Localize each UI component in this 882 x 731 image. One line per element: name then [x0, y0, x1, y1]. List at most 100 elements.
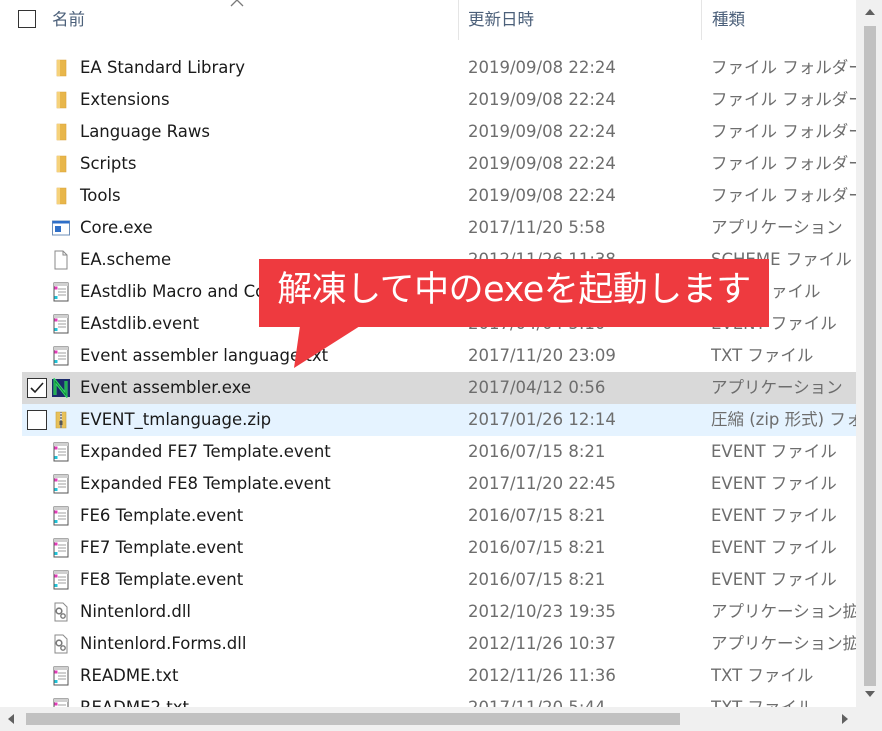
event-assembler-app-icon [51, 376, 71, 400]
file-row[interactable]: Expanded FE8 Template.event 2017/11/20 22… [22, 468, 856, 500]
folder-icon [51, 90, 71, 110]
file-name[interactable]: Expanded FE7 Template.event [80, 436, 331, 468]
file-modified-date: 2012/11/26 11:36 [468, 666, 616, 685]
dll-gear-icon [51, 602, 71, 622]
file-type: EVENT ファイル [711, 506, 837, 525]
row-checkbox[interactable] [27, 378, 47, 398]
file-type: アプリケーション拡張 [711, 634, 856, 653]
file-type: アプリケーション [711, 378, 843, 397]
file-type: ファイル フォルダー [711, 154, 856, 173]
file-row[interactable]: Tools 2019/09/08 22:24 ファイル フォルダー [22, 180, 856, 212]
file-name[interactable]: Event assembler.exe [80, 372, 251, 404]
blank-file-icon [51, 250, 71, 270]
column-header-date[interactable]: 更新日時 [468, 0, 534, 40]
file-row[interactable]: Nintenlord.dll 2012/10/23 19:35 アプリケーション拡張 [22, 596, 856, 628]
file-row[interactable]: FE6 Template.event 2016/07/15 8:21 EVENT フ… [22, 500, 856, 532]
file-row[interactable]: FE8 Template.event 2016/07/15 8:21 EVENT フ… [22, 564, 856, 596]
file-modified-date: 2017/11/20 5:58 [468, 218, 606, 237]
file-modified-date: 2019/09/08 22:24 [468, 58, 616, 77]
text-file-icon [51, 506, 71, 526]
file-modified-date: 2017/04/12 0:56 [468, 378, 606, 397]
file-row[interactable]: FE7 Template.event 2016/07/15 8:21 EVENT フ… [22, 532, 856, 564]
file-type: EVENT ファイル [711, 474, 837, 493]
file-name[interactable]: README.txt [80, 660, 179, 692]
file-modified-date: 2017/01/26 12:14 [468, 410, 616, 429]
file-row[interactable]: README.txt 2012/11/26 11:36 TXT ファイル [22, 660, 856, 692]
application-icon [51, 218, 71, 238]
file-name[interactable]: Tools [80, 180, 121, 212]
folder-icon [51, 154, 71, 174]
file-modified-date: 2016/07/15 8:21 [468, 506, 606, 525]
file-row[interactable]: Event assembler.exe 2017/04/12 0:56 アプリケーシ… [22, 372, 856, 404]
file-name[interactable]: EA Standard Library [80, 52, 245, 84]
column-header: 名前 更新日時 種類 [0, 0, 856, 40]
folder-icon [51, 186, 71, 206]
checkmark-icon [30, 382, 44, 394]
scroll-right-icon[interactable] [840, 713, 850, 725]
file-name[interactable]: Language Raws [80, 116, 210, 148]
file-row[interactable]: EA Standard Library 2019/09/08 22:24 ファイル … [22, 52, 856, 84]
row-checkbox[interactable] [27, 410, 47, 430]
folder-icon [51, 122, 71, 142]
file-row[interactable]: Extensions 2019/09/08 22:24 ファイル フォルダー [22, 84, 856, 116]
file-row[interactable]: Nintenlord.Forms.dll 2012/11/26 10:37 アプリケ… [22, 628, 856, 660]
file-modified-date: 2019/09/08 22:24 [468, 154, 616, 173]
text-file-icon [51, 282, 71, 302]
column-header-name[interactable]: 名前 [52, 0, 85, 40]
file-row[interactable]: Scripts 2019/09/08 22:24 ファイル フォルダー [22, 148, 856, 180]
file-type: アプリケーション [711, 218, 843, 237]
file-modified-date: 2019/09/08 22:24 [468, 186, 616, 205]
text-file-icon [51, 442, 71, 462]
file-row[interactable]: EVENT_tmlanguage.zip 2017/01/26 12:14 圧縮 (… [22, 404, 856, 436]
file-name[interactable]: FE6 Template.event [80, 500, 243, 532]
file-name[interactable]: Scripts [80, 148, 136, 180]
callout-text: 解凍して中のexeを起動します [277, 270, 751, 310]
file-name[interactable]: Event assembler language.txt [80, 340, 328, 372]
text-file-icon [51, 666, 71, 686]
file-name[interactable]: FE8 Template.event [80, 564, 243, 596]
sort-ascending-icon[interactable] [230, 0, 244, 8]
file-name[interactable]: Core.exe [80, 212, 153, 244]
column-divider[interactable] [701, 0, 702, 40]
vertical-scrollbar-thumb[interactable] [864, 26, 876, 686]
scrollbar-corner [856, 707, 882, 731]
file-modified-date: 2017/11/20 22:45 [468, 474, 616, 493]
file-type: TXT ファイル [711, 346, 814, 365]
file-modified-date: 2019/09/08 22:24 [468, 90, 616, 109]
horizontal-scrollbar-thumb[interactable] [26, 713, 680, 725]
select-all-checkbox[interactable] [18, 10, 36, 28]
text-file-icon [51, 474, 71, 494]
file-name[interactable]: EAstdlib Macro and Co [80, 276, 265, 308]
file-type: ファイル フォルダー [711, 90, 856, 109]
file-row[interactable]: Event assembler language.txt 2017/11/20 2… [22, 340, 856, 372]
zip-folder-icon [51, 410, 71, 430]
file-type: ファイル フォルダー [711, 186, 856, 205]
scroll-up-icon[interactable] [864, 7, 876, 17]
file-name[interactable]: Expanded FE8 Template.event [80, 468, 331, 500]
file-name[interactable]: EVENT_tmlanguage.zip [80, 404, 271, 436]
column-divider[interactable] [458, 0, 459, 40]
file-row[interactable]: Language Raws 2019/09/08 22:24 ファイル フォルダー [22, 116, 856, 148]
scroll-left-icon[interactable] [6, 713, 16, 725]
file-name[interactable]: Nintenlord.Forms.dll [80, 628, 246, 660]
file-row[interactable]: Expanded FE7 Template.event 2016/07/15 8:… [22, 436, 856, 468]
file-type: EVENT ファイル [711, 442, 837, 461]
file-type: アプリケーション拡張 [711, 602, 856, 621]
file-name[interactable]: EA.scheme [80, 244, 171, 276]
file-name[interactable]: Extensions [80, 84, 170, 116]
file-modified-date: 2019/09/08 22:24 [468, 122, 616, 141]
file-type: ファイル フォルダー [711, 122, 856, 141]
text-file-icon [51, 346, 71, 366]
file-name[interactable]: FE7 Template.event [80, 532, 243, 564]
file-type: EVENT ファイル [711, 538, 837, 557]
column-header-type[interactable]: 種類 [712, 0, 745, 40]
file-modified-date: 2017/11/20 23:09 [468, 346, 616, 365]
text-file-icon [51, 570, 71, 590]
file-name[interactable]: Nintenlord.dll [80, 596, 191, 628]
file-type: EVENT ファイル [711, 570, 837, 589]
file-modified-date: 2012/10/23 19:35 [468, 602, 616, 621]
scroll-down-icon[interactable] [864, 689, 876, 699]
file-row[interactable]: Core.exe 2017/11/20 5:58 アプリケーション [22, 212, 856, 244]
file-name[interactable]: EAstdlib.event [80, 308, 199, 340]
file-modified-date: 2012/11/26 10:37 [468, 634, 616, 653]
